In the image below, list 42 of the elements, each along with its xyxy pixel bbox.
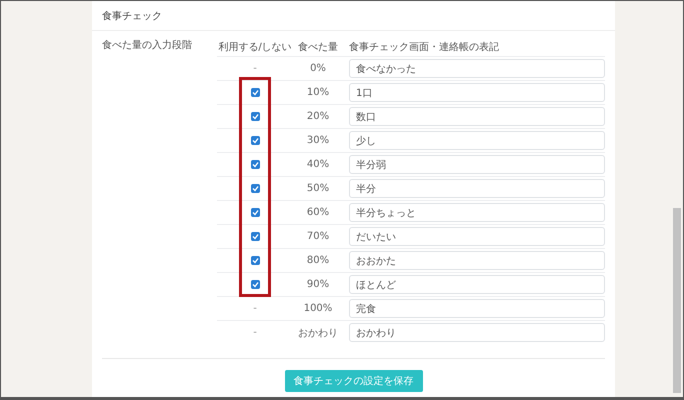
checkbox[interactable] [250,208,260,217]
checkbox[interactable] [250,160,260,169]
column-header: 食べた量 [297,40,339,54]
input-field[interactable]: 半分弱 [349,155,605,174]
input-field[interactable]: おおかた [349,251,605,270]
column-header: 食事チェック画面・連絡帳の表記 [348,40,499,54]
scrollbar-thumb[interactable] [673,208,681,393]
checkbox[interactable] [250,112,260,121]
amount-text: 50% [306,183,330,194]
amount-text: 70% [306,231,330,242]
amount-text: 20% [306,111,330,122]
dash-text: - [253,63,257,74]
input-field[interactable]: 半分ちょっと [349,203,605,222]
checkbox[interactable] [250,280,260,289]
column-header: 利用する/しない [217,40,293,54]
input-field[interactable]: おかわり [349,323,605,342]
checkbox[interactable] [250,88,260,97]
dash-text: - [253,327,257,338]
amount-text: 30% [306,135,330,146]
field-label: 食べた量の入力段階 [102,40,192,51]
amount-text: 100% [302,303,334,314]
section-title: 食事チェック [102,10,162,22]
input-field[interactable]: 完食 [349,299,605,318]
checkbox[interactable] [250,136,260,145]
amount-text: 0% [309,63,327,74]
amount-text: 10% [306,87,330,98]
input-field[interactable]: 少し [349,131,605,150]
amount-text: おかわり [297,326,339,340]
input-field[interactable]: ほとんど [349,275,605,294]
input-field[interactable]: だいたい [349,227,605,246]
amount-text: 90% [306,279,330,290]
input-field[interactable]: 半分 [349,179,605,198]
checkbox[interactable] [250,232,260,241]
dash-text: - [253,303,257,314]
input-field[interactable]: 1口 [349,83,605,102]
input-field[interactable]: 食べなかった [349,59,605,78]
checkbox[interactable] [250,184,260,193]
amount-text: 60% [306,207,330,218]
amount-text: 80% [306,255,330,266]
checkbox[interactable] [250,256,260,265]
amount-text: 40% [306,159,330,170]
input-field[interactable]: 数口 [349,107,605,126]
